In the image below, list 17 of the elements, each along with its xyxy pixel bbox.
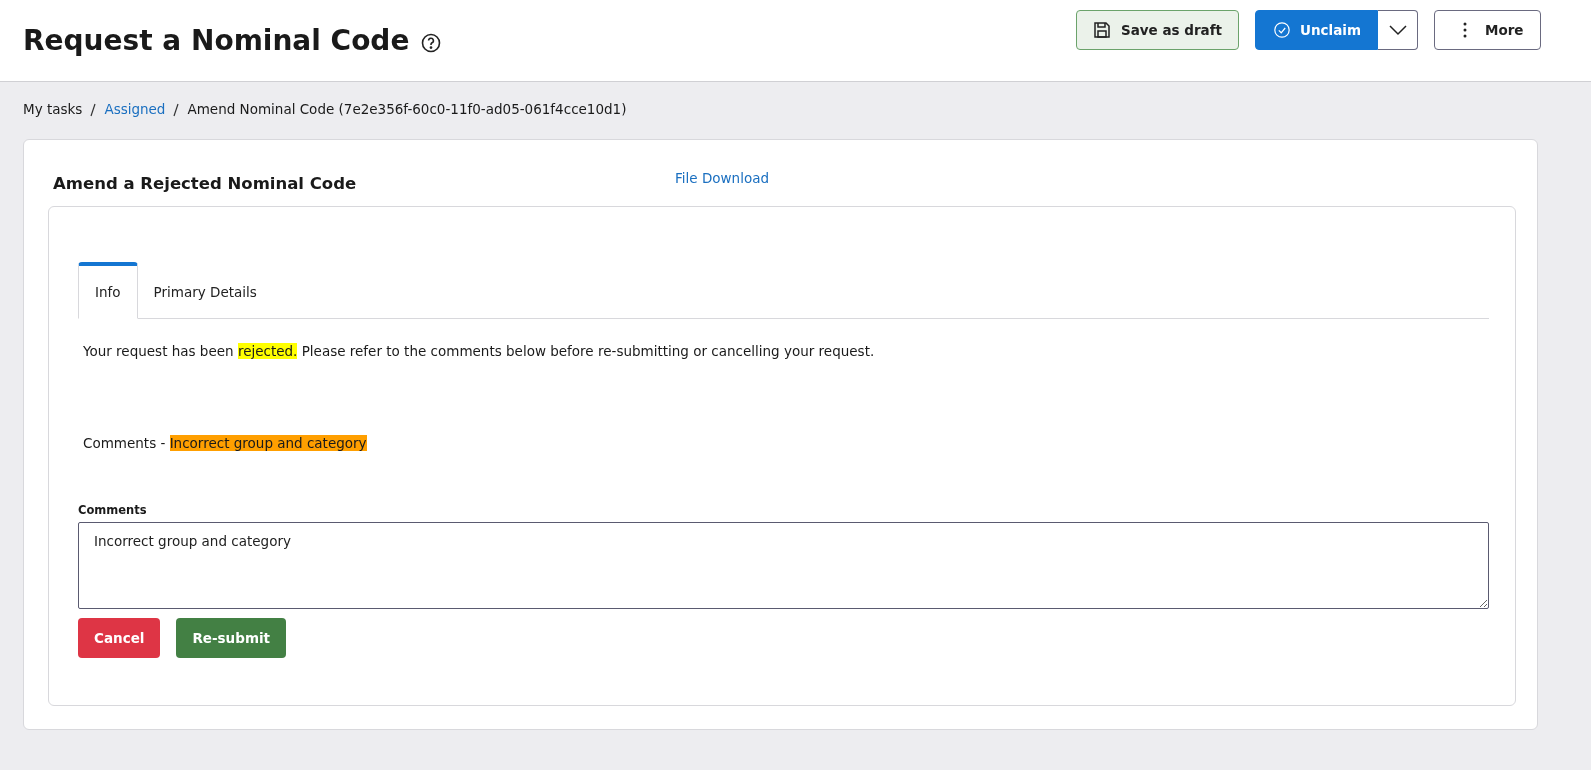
tab[interactable]: Primary Details (137, 262, 273, 318)
more-button[interactable]: More (1434, 9, 1541, 50)
tab[interactable]: Info (78, 262, 138, 319)
cancel-button[interactable]: Cancel (78, 618, 161, 658)
comment-summary: Comments - Incorrect group and category (83, 435, 368, 451)
save-draft-button[interactable]: Save as draft (1075, 9, 1239, 50)
card-title: Amend a Rejected Nominal Code (53, 174, 358, 195)
file-download-link[interactable]: File Download (675, 170, 769, 206)
rejection-message: Your request has been rejected. Please refer to the comments below before re-submitting or cancelling your request. (83, 343, 876, 359)
unclaim-button[interactable]: Unclaim (1255, 9, 1378, 50)
comments-field[interactable]: Incorrect group and category (78, 522, 1489, 609)
breadcrumb-item: Amend Nominal Code (7e2e356f-60c0-11f0-ad05-061f4cce10d1) (187, 101, 627, 119)
field-label: Comments (78, 503, 148, 517)
page-title: Request a Nominal Code (23, 24, 410, 57)
breadcrumb-link[interactable]: Assigned (104, 101, 166, 120)
resubmit-button[interactable]: Re-submit (176, 618, 287, 658)
breadcrumb-item: My tasks (23, 101, 83, 119)
